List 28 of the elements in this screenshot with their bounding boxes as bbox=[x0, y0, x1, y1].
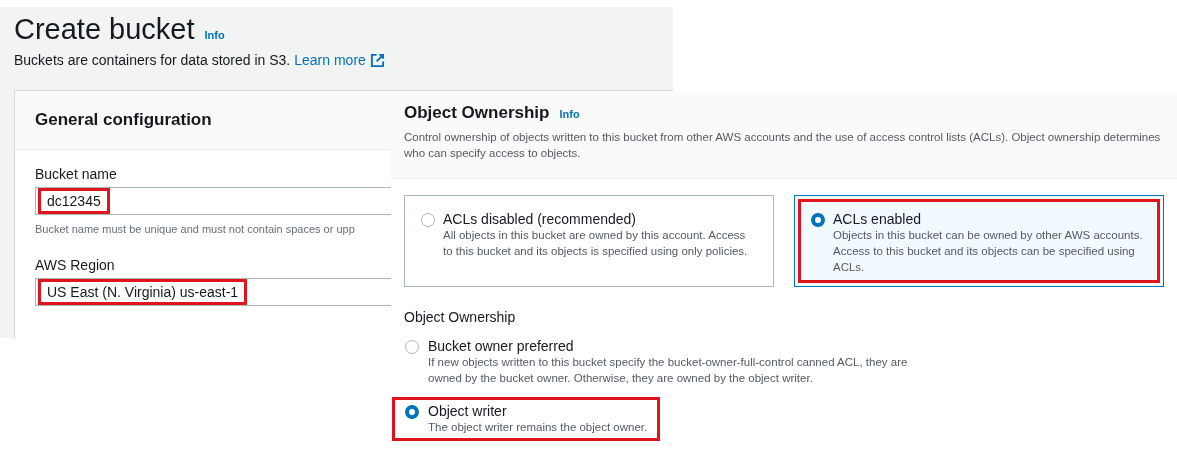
group-label: Object Ownership bbox=[404, 309, 517, 325]
section-heading: Object Ownership bbox=[404, 103, 550, 123]
external-link-icon bbox=[369, 52, 385, 68]
option-tile[interactable]: ACLs enabled Objects in this bucket can be owned by other AWS accounts. Access to this bucket and its objects can be specified using ACLs. bbox=[794, 195, 1164, 287]
field-label: Bucket name bbox=[35, 166, 118, 182]
radio-button[interactable] bbox=[405, 340, 419, 354]
field-value: US East (N. Virginia) us-east-1 bbox=[38, 279, 248, 305]
info-link[interactable]: Info bbox=[204, 29, 225, 41]
option-description: Objects in this bucket can be owned by other AWS accounts. Access to this bucket and its objects can be specified using ACLs. bbox=[833, 228, 1144, 275]
option-description: If new objects written to this bucket specify the bucket-owner-full-control canned ACL, they are owned by the bucket owner. Otherwise, they are owned by the object writer. bbox=[428, 355, 909, 386]
option-description: The object writer remains the object owner. bbox=[428, 420, 648, 435]
option-title: ACLs disabled (recommended) bbox=[443, 211, 637, 227]
option-tile[interactable]: ACLs disabled (recommended) All objects in this bucket are owned by this account. Access to this bucket and its objects is specified using only policies. bbox=[404, 195, 774, 287]
page-description: Buckets are containers for data stored in S3. bbox=[14, 52, 291, 68]
option-title: ACLs enabled bbox=[833, 211, 922, 227]
radio-button[interactable] bbox=[405, 405, 419, 419]
section-description: Control ownership of objects written to this bucket from other AWS accounts and the use of access control lists (ACLs). Object ownership determines who can specify access to objects. bbox=[404, 130, 1162, 161]
page-title: Create bucket bbox=[14, 13, 195, 46]
info-link[interactable]: Info bbox=[559, 108, 580, 120]
learn-more-link[interactable]: Learn more bbox=[294, 52, 366, 68]
field-label: AWS Region bbox=[35, 257, 116, 273]
option-title: Bucket owner preferred bbox=[428, 338, 575, 354]
radio-button[interactable] bbox=[811, 213, 825, 227]
section-heading: General configuration bbox=[35, 110, 212, 129]
field-value: dc12345 bbox=[38, 188, 110, 214]
option-title: Object writer bbox=[428, 403, 508, 419]
option-description: All objects in this bucket are owned by this account. Access to this bucket and its objects is specified using only policies. bbox=[443, 228, 749, 259]
radio-button[interactable] bbox=[421, 213, 435, 227]
